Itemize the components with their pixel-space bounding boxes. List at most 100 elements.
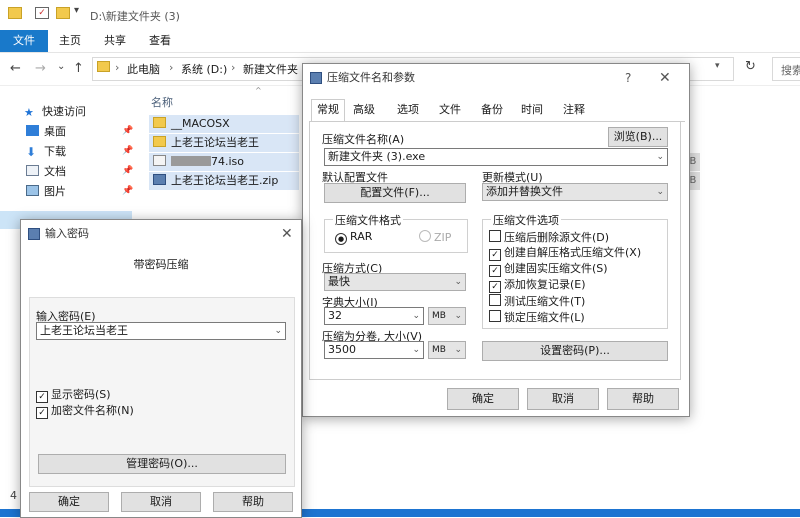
- ribbon: 文件 主页 共享 查看: [0, 30, 800, 53]
- sidebar-item-quick-access[interactable]: ★ 快速访问: [24, 103, 86, 121]
- tab-files[interactable]: 文件: [435, 100, 465, 120]
- folder-icon: [8, 7, 22, 19]
- set-password-button[interactable]: 设置密码(P)...: [482, 341, 668, 361]
- chevron-down-icon: ⌄: [454, 345, 462, 355]
- properties-icon[interactable]: ✓: [35, 7, 49, 19]
- column-header-name[interactable]: 名称: [151, 94, 173, 110]
- help-icon[interactable]: ?: [625, 64, 631, 92]
- sidebar-item-downloads[interactable]: ⬇ 下载: [26, 143, 66, 161]
- dictionary-size-input[interactable]: 32 ⌄: [324, 307, 424, 325]
- tab-share[interactable]: 共享: [95, 30, 135, 52]
- format-rar-radio[interactable]: ● RAR: [335, 230, 372, 245]
- tab-home[interactable]: 主页: [50, 30, 90, 52]
- close-icon[interactable]: ✕: [281, 220, 293, 248]
- recent-dropdown-icon[interactable]: ⌄: [57, 61, 65, 72]
- update-mode-select[interactable]: 添加并替换文件 ⌄: [482, 183, 668, 201]
- archive-name-value: 新建文件夹 (3).exe: [328, 150, 426, 163]
- list-item[interactable]: 上老王论坛当老王: [149, 134, 299, 152]
- sidebar-item-label: 图片: [44, 185, 66, 198]
- lock-archive-checkbox[interactable]: 锁定压缩文件(L): [489, 310, 585, 324]
- folder-icon: [97, 61, 110, 72]
- format-zip-radio[interactable]: ZIP: [419, 230, 451, 244]
- dictionary-unit-select[interactable]: MB ⌄: [428, 307, 466, 325]
- manage-passwords-button[interactable]: 管理密码(O)...: [38, 454, 286, 474]
- checkbox-label: 加密文件名称(N): [51, 404, 134, 417]
- checkbox-unchecked-icon: [489, 294, 501, 306]
- tab-time[interactable]: 时间: [517, 100, 547, 120]
- sidebar-item-pictures[interactable]: 图片: [26, 183, 66, 201]
- tab-view[interactable]: 查看: [140, 30, 180, 52]
- browse-button[interactable]: 浏览(B)...: [608, 127, 668, 147]
- explorer-titlebar: ✓ ▾ D:\新建文件夹 (3): [0, 0, 800, 30]
- close-icon[interactable]: ✕: [659, 64, 671, 92]
- window-title: D:\新建文件夹 (3): [90, 10, 180, 23]
- archive-name-input[interactable]: 新建文件夹 (3).exe ⌄: [324, 148, 668, 166]
- encrypt-filenames-checkbox[interactable]: ✓ 加密文件名称(N): [36, 404, 134, 419]
- help-button[interactable]: 帮助: [213, 492, 293, 512]
- cancel-button[interactable]: 取消: [527, 388, 599, 410]
- split-unit-select[interactable]: MB ⌄: [428, 341, 466, 359]
- test-archive-checkbox[interactable]: 测试压缩文件(T): [489, 294, 585, 308]
- delete-files-checkbox[interactable]: 压缩后删除源文件(D): [489, 230, 609, 244]
- chevron-down-icon: ⌄: [274, 326, 282, 336]
- split-unit-value: MB: [432, 345, 446, 355]
- disc-image-icon: [153, 155, 166, 166]
- checkbox-checked-icon: ✓: [36, 407, 48, 419]
- up-icon[interactable]: ↑: [73, 61, 84, 76]
- address-dropdown-icon[interactable]: ▾: [715, 61, 720, 71]
- blurred-filename-region: [171, 156, 211, 166]
- ok-button[interactable]: 确定: [29, 492, 109, 512]
- show-password-checkbox[interactable]: ✓ 显示密码(S): [36, 388, 111, 403]
- sidebar-item-desktop[interactable]: 桌面: [26, 123, 66, 141]
- checkbox-label: 添加恢复记录(E): [504, 278, 586, 291]
- search-box[interactable]: 搜索: [772, 57, 800, 81]
- tab-file[interactable]: 文件: [0, 30, 48, 52]
- create-solid-checkbox[interactable]: ✓ 创建固实压缩文件(S): [489, 262, 608, 277]
- desktop-icon: [26, 125, 39, 136]
- password-value: 上老王论坛当老王: [40, 324, 128, 337]
- list-item[interactable]: 74.iso: [149, 153, 299, 171]
- archive-name-dialog: 压缩文件名和参数 ? ✕ 常规 高级 选项 文件 备份 时间 注释 压缩文件名称…: [302, 63, 690, 417]
- ok-button[interactable]: 确定: [447, 388, 519, 410]
- search-input[interactable]: 搜索: [781, 62, 800, 78]
- create-sfx-checkbox[interactable]: ✓ 创建自解压格式压缩文件(X): [489, 246, 641, 261]
- refresh-icon[interactable]: ↻: [745, 59, 756, 74]
- tab-general[interactable]: 常规: [311, 99, 345, 121]
- compression-method-select[interactable]: 最快 ⌄: [324, 273, 466, 291]
- sidebar-item-documents[interactable]: 文档: [26, 163, 66, 181]
- file-name: 上老王论坛当老王.zip: [171, 174, 279, 187]
- forward-icon[interactable]: →: [35, 61, 46, 76]
- pin-icon: 📌: [122, 146, 134, 156]
- file-name: __MACOSX: [171, 117, 230, 130]
- list-item[interactable]: __MACOSX: [149, 115, 299, 133]
- chevron-down-icon: ⌄: [412, 345, 420, 355]
- profiles-button[interactable]: 配置文件(F)...: [324, 183, 466, 203]
- breadcrumb-drive[interactable]: 系统 (D:): [181, 61, 227, 77]
- tab-advanced[interactable]: 高级: [349, 100, 379, 120]
- group-title: 压缩文件选项: [491, 212, 561, 228]
- chevron-down-icon: ⌄: [454, 277, 462, 287]
- archive-format-group: 压缩文件格式 ● RAR ZIP: [324, 212, 468, 253]
- help-button[interactable]: 帮助: [607, 388, 679, 410]
- split-volumes-input[interactable]: 3500 ⌄: [324, 341, 424, 359]
- picture-icon: [26, 185, 39, 196]
- breadcrumb-this-pc[interactable]: 此电脑: [127, 61, 160, 77]
- recovery-record-checkbox[interactable]: ✓ 添加恢复记录(E): [489, 278, 586, 293]
- tab-backup[interactable]: 备份: [477, 100, 507, 120]
- cancel-button[interactable]: 取消: [121, 492, 201, 512]
- sort-ascending-icon: ^: [255, 86, 262, 95]
- quick-access-dropdown-icon[interactable]: ▾: [74, 5, 79, 16]
- back-icon[interactable]: ←: [10, 61, 21, 76]
- list-item[interactable]: 上老王论坛当老王.zip: [149, 172, 299, 190]
- tab-options[interactable]: 选项: [393, 100, 423, 120]
- new-folder-icon[interactable]: [56, 7, 70, 19]
- sidebar-item-label: 文档: [44, 165, 66, 178]
- archive-options-group: 压缩文件选项 压缩后删除源文件(D) ✓ 创建自解压格式压缩文件(X) ✓ 创建固实…: [482, 212, 668, 329]
- dialog-header: 带密码压缩: [133, 258, 189, 271]
- checkbox-checked-icon: ✓: [489, 281, 501, 293]
- group-title: 压缩文件格式: [333, 212, 403, 228]
- password-input[interactable]: 上老王论坛当老王 ⌄: [36, 322, 286, 340]
- tab-comment[interactable]: 注释: [559, 100, 589, 120]
- folder-icon: [153, 136, 166, 147]
- radio-unselected-icon: [419, 230, 431, 242]
